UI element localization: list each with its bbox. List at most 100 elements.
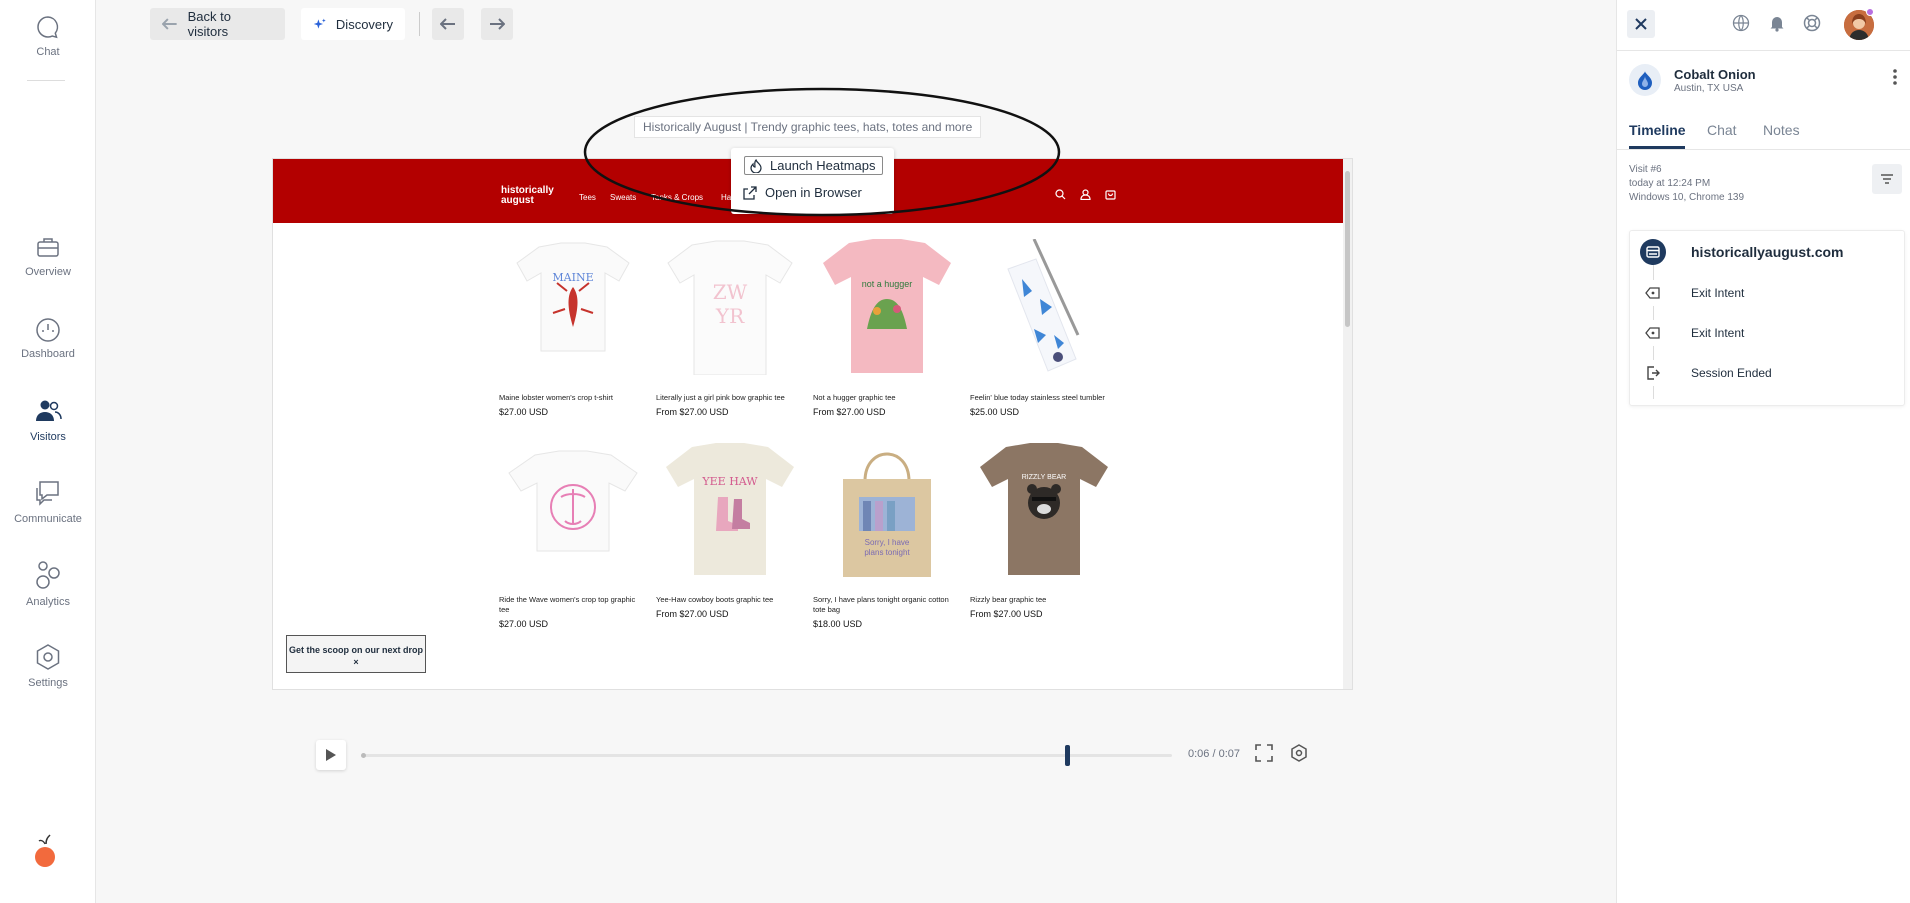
product-card[interactable]: Ride the Wave women's crop top graphic t… <box>499 441 647 629</box>
svg-text:RIZZLY BEAR: RIZZLY BEAR <box>1022 474 1066 481</box>
brand-logo <box>35 834 55 867</box>
sidebar-item-chat[interactable]: Chat <box>0 14 96 58</box>
playback-progress-track[interactable] <box>361 745 1172 766</box>
playback-progress-fill <box>362 754 1067 757</box>
browser-window-icon <box>1640 239 1666 265</box>
open-in-browser-button[interactable]: Open in Browser <box>743 185 862 200</box>
product-price: $27.00 USD <box>499 407 549 417</box>
site-nav-tees[interactable]: Tees <box>579 193 596 202</box>
tab-notes[interactable]: Notes <box>1763 122 1800 138</box>
product-card[interactable]: ZW YR Literally just a girl pink bow grap… <box>656 239 804 417</box>
messages-icon <box>36 481 59 506</box>
svg-text:plans tonight: plans tonight <box>864 548 910 557</box>
account-icon[interactable] <box>1080 189 1091 200</box>
people-icon <box>36 400 62 421</box>
open-in-browser-label: Open in Browser <box>765 185 862 200</box>
sidebar-item-settings[interactable]: Settings <box>0 643 96 689</box>
page-context-menu: Launch Heatmaps Open in Browser <box>731 148 894 214</box>
site-nav-sweats[interactable]: Sweats <box>610 193 636 202</box>
onion-icon <box>1638 71 1652 90</box>
newsletter-popup[interactable]: Get the scoop on our next drop × <box>286 635 426 673</box>
sidebar-divider <box>27 80 65 81</box>
panel-divider <box>1617 50 1910 51</box>
session-ended-icon <box>1640 360 1666 386</box>
help-lifebuoy-icon[interactable] <box>1803 14 1821 32</box>
filter-icon <box>1881 174 1893 184</box>
product-image-not-a-hugger-tee: not a hugger <box>813 239 961 375</box>
session-replay-frame: historically august Tees Sweats Tanks & … <box>272 158 1353 690</box>
play-button[interactable] <box>316 740 346 770</box>
fullscreen-icon[interactable] <box>1255 744 1273 762</box>
bell-icon[interactable] <box>1768 14 1786 32</box>
discovery-button[interactable]: Discovery <box>301 8 405 40</box>
product-name: Rizzly bear graphic tee <box>970 595 1047 604</box>
flame-icon <box>750 158 762 173</box>
sidebar-item-communicate[interactable]: Communicate <box>0 479 96 525</box>
newsletter-popup-title: Get the scoop on our next drop <box>288 645 423 655</box>
back-label: Back to visitors <box>187 9 231 39</box>
avatar-status-dot <box>1866 8 1874 16</box>
globe-icon[interactable] <box>1732 14 1750 32</box>
site-nav-tanks-crops[interactable]: Tanks & Crops <box>651 193 703 202</box>
product-card[interactable]: not a hugger Not a hugger graphic tee Fr… <box>813 239 961 417</box>
previous-button[interactable] <box>432 8 464 40</box>
playback-settings-icon[interactable] <box>1290 744 1308 762</box>
visit-number: Visit #6 <box>1629 164 1662 175</box>
product-card[interactable]: RIZZLY BEAR Rizzly bear graphic tee From… <box>970 441 1118 619</box>
tab-chat[interactable]: Chat <box>1707 122 1737 138</box>
sidebar-item-analytics[interactable]: Analytics <box>0 560 96 608</box>
frame-scrollbar[interactable] <box>1343 159 1352 689</box>
search-icon[interactable] <box>1055 189 1066 200</box>
product-card[interactable]: MAINE Maine lobster women's crop t-shirt… <box>499 239 647 417</box>
arrow-left-icon <box>162 18 177 30</box>
hexagon-gear-icon <box>36 644 60 670</box>
more-options-icon[interactable] <box>1892 68 1898 86</box>
back-to-visitors-button[interactable]: Back to visitors <box>150 8 285 40</box>
sidebar-item-dashboard[interactable]: Dashboard <box>0 316 96 360</box>
arrow-right-icon <box>490 18 505 30</box>
product-image-tote-bag: Sorry, I have plans tonight <box>813 441 961 577</box>
sidebar-item-label: Chat <box>36 46 60 58</box>
close-panel-button[interactable] <box>1627 10 1655 38</box>
product-price: $27.00 USD <box>499 619 549 629</box>
sparkle-icon <box>313 18 326 29</box>
toolbar-separator <box>419 12 420 36</box>
sidebar-item-visitors[interactable]: Visitors <box>0 397 96 443</box>
newsletter-popup-close[interactable]: × <box>287 656 425 668</box>
timeline-item-label: Exit Intent <box>1691 286 1745 300</box>
visitor-avatar <box>1629 64 1661 96</box>
product-card[interactable]: Sorry, I have plans tonight Sorry, I have… <box>813 441 961 629</box>
tabs-divider <box>1617 149 1910 150</box>
site-logo[interactable]: historically august <box>501 186 554 206</box>
product-name: Sorry, I have plans tonight organic cott… <box>813 595 949 614</box>
sidebar-item-overview[interactable]: Overview <box>0 234 96 278</box>
product-name: Ride the Wave women's crop top graphic t… <box>499 595 636 614</box>
timeline-item-exit-intent[interactable]: Exit Intent <box>1640 280 1744 306</box>
timeline-item-page[interactable]: historicallyaugust.com <box>1640 239 1843 265</box>
visit-environment: Windows 10, Chrome 139 <box>1629 192 1745 203</box>
scroll-thumb[interactable] <box>1345 171 1350 327</box>
product-image-yee-haw-boots-tee: YEE HAW <box>656 441 804 577</box>
product-card[interactable]: YEE HAW Yee-Haw cowboy boots graphic tee… <box>656 441 804 619</box>
sidebar-item-label: Dashboard <box>21 348 75 360</box>
svg-text:Sorry, I have: Sorry, I have <box>865 538 910 547</box>
filter-button[interactable] <box>1872 164 1902 194</box>
arrow-left-icon <box>440 18 455 30</box>
playback-scrub-handle[interactable] <box>1064 745 1070 766</box>
visit-meta: Visit #6 today at 12:24 PM Windows 10, C… <box>1629 163 1744 205</box>
site-nav-hats[interactable]: Ha <box>721 193 731 202</box>
product-price: $18.00 USD <box>813 619 863 629</box>
visit-time: today at 12:24 PM <box>1629 178 1711 189</box>
visitor-location: Austin, TX USA <box>1674 83 1744 94</box>
timeline-item-session-ended[interactable]: Session Ended <box>1640 360 1772 386</box>
launch-heatmaps-button[interactable]: Launch Heatmaps <box>744 156 883 175</box>
next-button[interactable] <box>481 8 513 40</box>
page-title-tooltip: Historically August | Trendy graphic tee… <box>634 116 982 138</box>
cart-icon[interactable] <box>1105 189 1116 200</box>
product-card[interactable]: Feelin' blue today stainless steel tumbl… <box>970 238 1118 417</box>
tab-timeline[interactable]: Timeline <box>1629 122 1686 138</box>
playback-time: 0:06 / 0:07 <box>1188 748 1240 760</box>
timeline-item-exit-intent[interactable]: Exit Intent <box>1640 320 1744 346</box>
launch-heatmaps-label: Launch Heatmaps <box>770 158 876 173</box>
product-image-ride-the-wave-crop-top <box>499 441 647 577</box>
